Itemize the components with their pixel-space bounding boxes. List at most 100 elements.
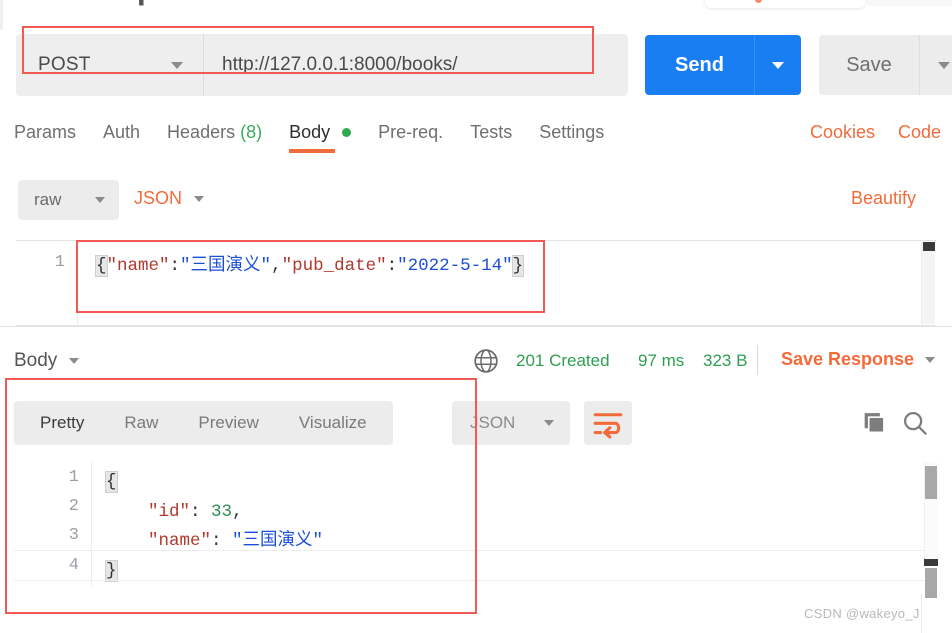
response-tab-bar: Pretty Raw Preview Visualize <box>14 401 393 445</box>
response-body-editor[interactable]: 1 2 3 4 { "id": 33, "name": "三国演义"} <box>14 462 936 587</box>
http-method-label: POST <box>38 54 91 75</box>
tab-label: Pre-req. <box>378 122 444 142</box>
status-separator <box>757 345 758 375</box>
chevron-down-icon <box>772 61 784 69</box>
code-link[interactable]: Code <box>898 122 941 143</box>
code-token: { <box>105 471 118 493</box>
response-status: 201 Created <box>516 351 610 370</box>
tab-raw[interactable]: Raw <box>104 401 178 445</box>
scrollbar-thumb-lower[interactable] <box>925 568 937 598</box>
code-token: : <box>386 256 398 276</box>
chevron-down-icon <box>171 61 183 69</box>
cursor-glyph: ▮ <box>138 0 145 7</box>
cookies-link[interactable]: Cookies <box>810 122 875 143</box>
tab-pretty[interactable]: Pretty <box>20 401 104 445</box>
tab-label: Settings <box>539 122 605 142</box>
sidebar-edge <box>0 0 3 30</box>
request-editor-scrollbar[interactable] <box>921 242 935 324</box>
code-token: : <box>190 501 212 522</box>
code-token: , <box>232 501 243 522</box>
request-tab-bar: Params Auth Headers (8) Body Pre-req. Te… <box>14 122 631 160</box>
code-token: "三国演义" <box>232 531 324 551</box>
wrap-text-button[interactable] <box>584 401 632 445</box>
response-format-label: JSON <box>470 413 516 432</box>
tab-prerequest[interactable]: Pre-req. <box>378 122 443 153</box>
code-line: "id": 33, <box>106 498 323 528</box>
code-token: } <box>105 559 118 582</box>
send-options-dropdown[interactable] <box>755 35 801 95</box>
tab-label: Params <box>14 122 77 142</box>
tab-label: Headers <box>167 122 236 142</box>
response-body-code: { "id": 33, "name": "三国演义"} <box>105 468 323 586</box>
chevron-down-icon <box>544 420 554 426</box>
horizontal-scrollbar-thumb[interactable] <box>924 559 938 566</box>
tab-tests[interactable]: Tests <box>470 122 512 153</box>
right-edge-rail <box>921 594 922 633</box>
code-token: "id" <box>148 501 191 522</box>
save-response-button[interactable]: Save Response <box>781 349 936 370</box>
save-button[interactable]: Save <box>819 35 952 95</box>
request-editor-gutter: 1 <box>16 241 78 325</box>
tab-params[interactable]: Params <box>14 122 76 153</box>
tab-preview[interactable]: Preview <box>178 401 278 445</box>
tab-label: Auth <box>103 122 141 142</box>
code-token: } <box>511 255 525 277</box>
response-body-dropdown[interactable]: Body <box>14 350 80 372</box>
code-token: "2022-5-14" <box>397 256 513 276</box>
request-tab-ghost[interactable] <box>705 0 865 8</box>
body-type-label: raw <box>34 190 62 209</box>
save-options-dropdown[interactable] <box>920 35 952 95</box>
code-token: "name" <box>148 531 212 551</box>
tab-auth[interactable]: Auth <box>103 122 140 153</box>
editor-row-divider <box>14 580 936 581</box>
code-token: "三国演义" <box>180 256 272 276</box>
window-top-strip: ▮ <box>0 0 952 22</box>
save-response-label: Save Response <box>781 349 915 369</box>
response-time: 97 ms <box>638 351 685 370</box>
code-token: , <box>271 256 282 276</box>
save-button-label: Save <box>819 35 920 95</box>
chevron-down-icon <box>925 356 936 363</box>
response-format-dropdown[interactable]: JSON <box>452 401 570 445</box>
request-body-editor[interactable]: 1 {"name":"三国演义","pub_date":"2022-5-14"} <box>16 240 936 326</box>
scrollbar-thumb[interactable] <box>923 242 935 251</box>
active-tab-underline <box>289 149 336 153</box>
line-number: 1 <box>54 253 65 272</box>
copy-icon <box>864 413 885 434</box>
body-format-dropdown[interactable]: JSON <box>134 188 205 209</box>
request-url-row: POST http://127.0.0.1:8000/books/ Send S… <box>16 34 952 96</box>
tab-body[interactable]: Body <box>289 122 352 153</box>
send-button[interactable]: Send <box>645 35 801 95</box>
line-number: 3 <box>68 526 79 545</box>
tab-headers[interactable]: Headers (8) <box>167 122 262 153</box>
url-input-value: http://127.0.0.1:8000/books/ <box>222 54 458 75</box>
headers-count-badge: (8) <box>240 122 263 142</box>
copy-button[interactable] <box>860 409 888 437</box>
http-method-dropdown[interactable]: POST <box>16 34 204 96</box>
url-input[interactable]: http://127.0.0.1:8000/books/ <box>204 34 628 96</box>
search-button[interactable] <box>900 408 930 438</box>
scrollbar-thumb[interactable] <box>925 466 937 499</box>
body-format-label: JSON <box>134 188 183 208</box>
request-body-code: {"name":"三国演义","pub_date":"2022-5-14"} <box>95 253 525 279</box>
code-line: "name": "三国演义" <box>106 527 323 557</box>
tab-visualize[interactable]: Visualize <box>279 401 387 445</box>
line-number: 1 <box>68 468 79 487</box>
wrap-text-icon <box>593 413 623 439</box>
tab-settings[interactable]: Settings <box>539 122 604 153</box>
new-tab-ghost[interactable] <box>866 0 952 6</box>
tab-label: Tests <box>470 122 513 142</box>
beautify-link[interactable]: Beautify <box>851 188 916 209</box>
chevron-down-icon <box>95 197 105 203</box>
chevron-down-icon <box>194 195 205 202</box>
code-token: : <box>211 531 233 551</box>
code-token: 33 <box>211 501 233 522</box>
editor-row-divider <box>14 550 936 551</box>
search-icon <box>903 411 927 435</box>
body-type-dropdown[interactable]: raw <box>18 180 119 220</box>
body-present-dot-icon <box>342 128 352 137</box>
response-body-label: Body <box>14 350 58 371</box>
globe-icon <box>474 349 498 373</box>
